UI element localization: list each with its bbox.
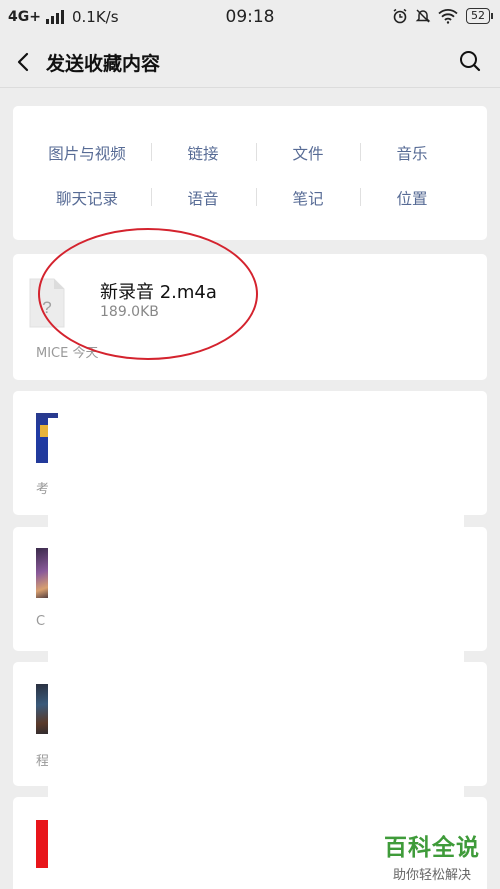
divider: [360, 143, 361, 161]
watermark-subtitle: 助你轻松解决: [392, 868, 471, 883]
divider: [151, 188, 152, 206]
category-music[interactable]: 音乐: [360, 142, 464, 164]
search-icon[interactable]: [458, 49, 482, 73]
category-card: [13, 106, 487, 240]
category-images-videos[interactable]: 图片与视频: [35, 142, 139, 164]
divider: [151, 143, 152, 161]
item-meta: C: [36, 614, 46, 629]
page-title: 发送收藏内容: [46, 53, 161, 75]
category-location[interactable]: 位置: [360, 187, 464, 209]
divider: [256, 143, 257, 161]
category-files[interactable]: 文件: [256, 142, 360, 164]
wifi-icon: [438, 9, 458, 24]
mute-bell-icon: [415, 9, 431, 23]
status-bar: 4G+ 0.1K/s 09:18 52: [0, 0, 500, 36]
divider: [256, 188, 257, 206]
battery-icon: 52: [466, 8, 493, 24]
watermark-title: 百科全说: [384, 835, 480, 861]
category-chat-history[interactable]: 聊天记录: [35, 187, 139, 209]
redaction-overlay: [48, 418, 464, 889]
annotation-circle: [38, 228, 258, 360]
alarm-icon: [393, 8, 407, 24]
status-right: 52: [385, 8, 493, 24]
category-links[interactable]: 链接: [151, 142, 255, 164]
divider: [360, 188, 361, 206]
watermark-logo: 百科全说 助你轻松解决: [377, 828, 487, 883]
category-notes[interactable]: 笔记: [256, 187, 360, 209]
category-voice[interactable]: 语音: [151, 187, 255, 209]
nav-bar: 发送收藏内容: [0, 36, 500, 88]
back-icon[interactable]: [12, 50, 36, 74]
